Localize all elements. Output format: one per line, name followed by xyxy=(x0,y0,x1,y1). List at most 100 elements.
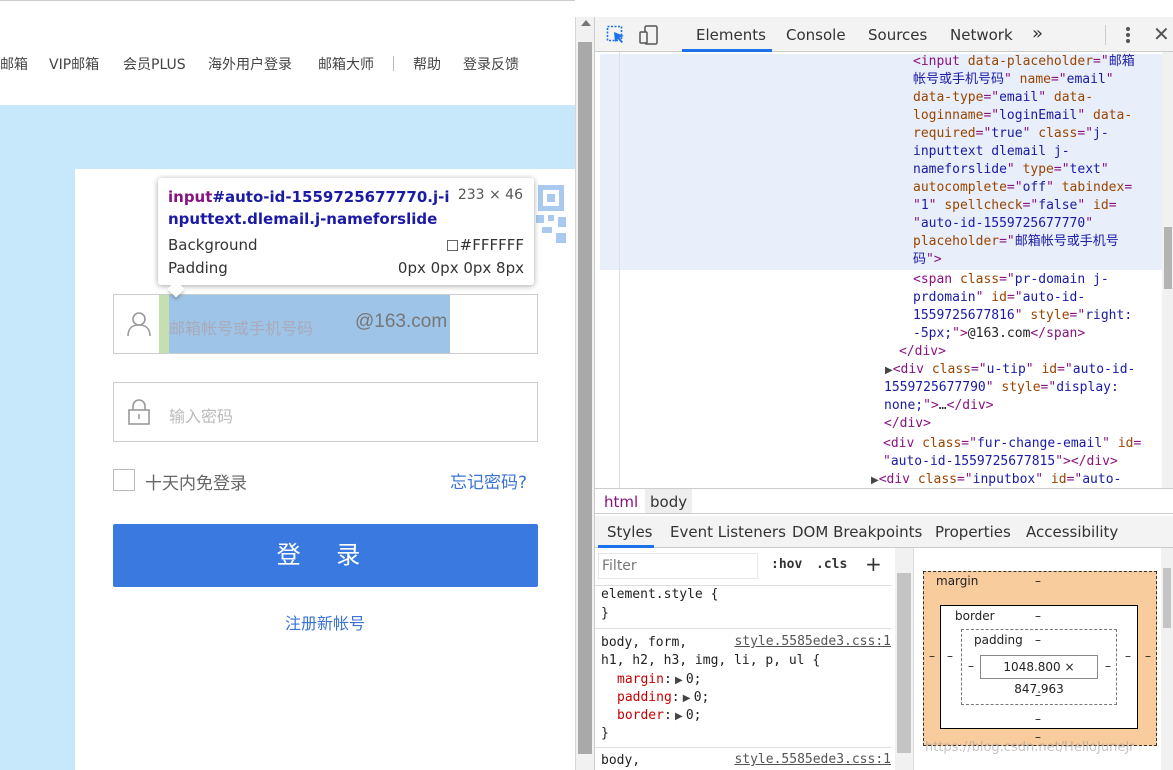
styles-scrollbar[interactable] xyxy=(895,548,913,770)
account-input-placeholder[interactable]: 邮箱帐号或手机号码 xyxy=(169,315,313,339)
css-property-value[interactable]: 0; xyxy=(694,690,710,705)
nav-link-member-plus[interactable]: 会员PLUS xyxy=(123,54,186,74)
remember-me-label[interactable]: 十天内免登录 xyxy=(145,469,247,494)
rule-selector[interactable]: body, xyxy=(601,752,640,770)
dom-line[interactable]: prdomain" id="auto-id- xyxy=(913,289,1085,307)
nav-link-overseas-login[interactable]: 海外用户登录 xyxy=(208,54,292,74)
css-property-name[interactable]: border xyxy=(617,708,664,723)
more-tabs-button[interactable]: » xyxy=(1032,23,1043,44)
devtools-panel: Elements Console Sources Network » ✕ <in… xyxy=(594,17,1173,770)
lock-icon xyxy=(128,399,150,425)
dom-line[interactable]: <span class="pr-domain j- xyxy=(913,271,1109,289)
tab-properties[interactable]: Properties xyxy=(935,523,1011,541)
password-input-box[interactable]: 输入密码 xyxy=(113,382,538,442)
dom-tree-scrollbar[interactable] xyxy=(1162,52,1173,504)
css-property-border[interactable]: border: ▶ 0; xyxy=(617,707,702,726)
password-input-placeholder[interactable]: 输入密码 xyxy=(169,403,233,427)
rule-divider xyxy=(595,747,891,748)
padding-right-value: – xyxy=(1105,659,1111,673)
dom-line[interactable]: 1559725677816" style="right: xyxy=(913,307,1132,325)
nav-link-help[interactable]: 帮助 xyxy=(413,54,441,74)
css-property-name[interactable]: margin xyxy=(617,672,664,687)
dom-line[interactable]: ▶<div class="u-tip" id="auto-id- xyxy=(885,361,1135,380)
dom-line[interactable]: autocomplete="off" tabindex= xyxy=(913,179,1132,197)
hover-state-toggle[interactable]: :hov xyxy=(771,557,802,572)
nav-link-mail[interactable]: 邮箱 xyxy=(0,54,28,74)
mail-domain-suffix: @163.com xyxy=(355,311,448,332)
scroll-up-arrow-icon[interactable] xyxy=(581,20,591,26)
tab-network[interactable]: Network xyxy=(950,26,1013,44)
inspect-element-icon[interactable] xyxy=(606,25,626,45)
dom-line[interactable]: required="true" class="j- xyxy=(913,125,1109,143)
class-toggle[interactable]: .cls xyxy=(816,557,847,572)
styles-filter-input[interactable]: Filter xyxy=(598,553,758,579)
dom-line[interactable]: "auto-id-1559725677770" xyxy=(913,215,1093,233)
inspect-tooltip: input#auto-id-1559725677770.j-inputtext.… xyxy=(158,178,534,298)
dom-line[interactable]: </div> xyxy=(899,343,946,361)
nav-link-feedback[interactable]: 登录反馈 xyxy=(463,54,519,74)
dom-scrollbar-thumb[interactable] xyxy=(1164,227,1172,289)
dom-line[interactable]: none;">…</div> xyxy=(884,397,994,415)
css-property-value[interactable]: 0; xyxy=(686,672,702,687)
more-options-icon[interactable] xyxy=(1125,25,1131,45)
close-icon[interactable]: ✕ xyxy=(1153,22,1170,46)
css-property-name[interactable]: padding xyxy=(617,690,672,705)
dom-line[interactable]: -5px;">@163.com</span> xyxy=(913,325,1085,343)
tab-dom-breakpoints[interactable]: DOM Breakpoints xyxy=(792,523,922,541)
new-style-rule-button[interactable]: + xyxy=(865,552,882,576)
margin-left-value: – xyxy=(929,649,935,663)
box-model-content[interactable]: 1048.800 × 847.963 xyxy=(980,655,1098,696)
remember-me-checkbox[interactable] xyxy=(113,469,135,491)
box-model-padding-label: padding xyxy=(974,633,1023,647)
nav-link-vip-mail[interactable]: VIP邮箱 xyxy=(49,54,99,74)
dom-line[interactable]: <input data-placeholder="邮箱 xyxy=(913,53,1135,71)
tab-event-listeners[interactable]: Event Listeners xyxy=(670,523,786,541)
tab-sources[interactable]: Sources xyxy=(868,26,927,44)
styles-scrollbar-thumb[interactable] xyxy=(897,573,911,753)
rule-source-link[interactable]: style.5585ede3.css:1 xyxy=(734,634,891,649)
tree-guide-line xyxy=(619,52,620,504)
dom-line[interactable]: 码"> xyxy=(913,251,942,269)
dom-line[interactable]: 1559725677790" style="display: xyxy=(884,379,1119,397)
dom-line[interactable]: nameforslide" type="text" xyxy=(913,161,1109,179)
forgot-password-link[interactable]: 忘记密码? xyxy=(450,468,527,493)
css-property-margin[interactable]: margin: ▶ 0; xyxy=(617,671,702,690)
dom-line[interactable]: "auto-id-1559725677815"></div> xyxy=(883,453,1118,471)
dom-line[interactable]: inputtext dlemail j- xyxy=(913,143,1070,161)
box-model-scrollbar-thumb[interactable] xyxy=(1163,568,1171,628)
tooltip-selector: input#auto-id-1559725677770.j-inputtext.… xyxy=(168,186,450,230)
tooltip-background-row: Background #FFFFFF xyxy=(168,236,524,254)
tab-accessibility[interactable]: Accessibility xyxy=(1026,523,1118,541)
element-style-close: } xyxy=(601,606,609,621)
box-model-margin-label: margin xyxy=(936,574,979,588)
account-input-box[interactable]: 邮箱帐号或手机号码 @163.com xyxy=(113,294,538,354)
border-right-value: – xyxy=(1125,649,1131,663)
rule-source-link[interactable]: style.5585ede3.css:1 xyxy=(734,752,891,767)
tab-console[interactable]: Console xyxy=(786,26,846,44)
rule-selector[interactable]: h1, h2, h3, img, li, p, ul { xyxy=(601,652,820,670)
page-scrollbar-thumb[interactable] xyxy=(578,42,592,754)
register-link[interactable]: 注册新帐号 xyxy=(285,610,365,634)
dom-line[interactable]: 帐号或手机号码" name="email" xyxy=(913,71,1114,89)
device-toolbar-icon[interactable] xyxy=(639,25,659,45)
tab-styles[interactable]: Styles xyxy=(607,523,653,541)
nav-link-mail-master[interactable]: 邮箱大师 xyxy=(318,54,374,74)
box-model-scrollbar[interactable] xyxy=(1161,548,1173,770)
dom-line[interactable]: </div> xyxy=(884,415,931,433)
page-scrollbar[interactable] xyxy=(575,17,594,770)
dom-line[interactable]: placeholder="邮箱帐号或手机号 xyxy=(913,233,1119,251)
dom-line[interactable]: data-type="email" data- xyxy=(913,89,1093,107)
breadcrumb-body[interactable]: body xyxy=(645,489,693,513)
breadcrumb-html[interactable]: html xyxy=(599,493,643,511)
rule-divider xyxy=(595,628,891,629)
dom-line[interactable]: <div class="fur-change-email" id= xyxy=(883,435,1141,453)
css-property-value[interactable]: 0; xyxy=(686,708,702,723)
qr-code-icon[interactable] xyxy=(532,181,566,245)
dom-line[interactable]: loginname="loginEmail" data- xyxy=(913,107,1132,125)
css-property-padding[interactable]: padding: ▶ 0; xyxy=(617,689,709,708)
tab-elements[interactable]: Elements xyxy=(696,26,766,44)
rule-selector[interactable]: body, form, xyxy=(601,634,687,652)
login-button[interactable]: 登 录 xyxy=(113,524,538,587)
dom-line[interactable]: "1" spellcheck="false" id= xyxy=(913,197,1117,215)
element-style-selector[interactable]: element.style { xyxy=(601,586,718,604)
